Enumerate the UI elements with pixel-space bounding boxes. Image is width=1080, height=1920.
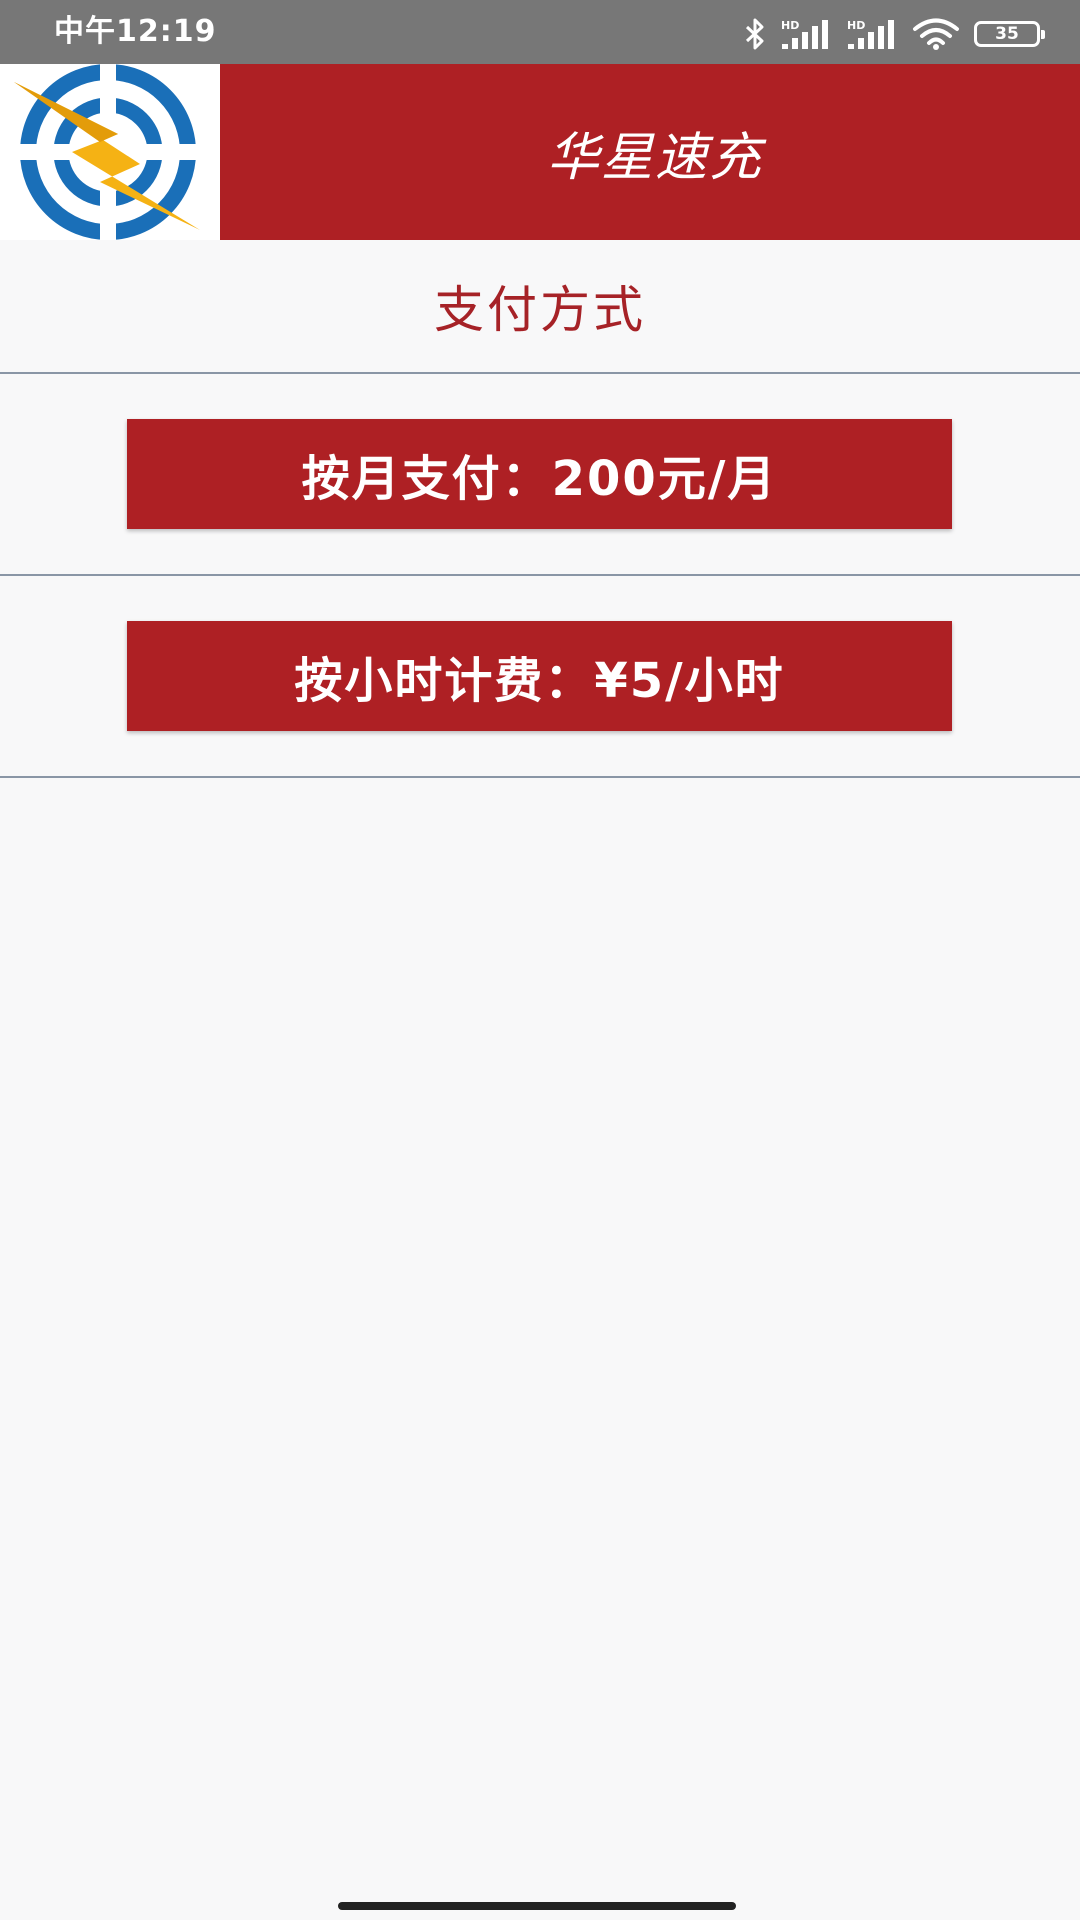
signal-hd-icon: HD — [780, 18, 832, 50]
divider — [0, 776, 1080, 778]
hourly-payment-button[interactable]: 按小时计费：¥5/小时 — [127, 621, 952, 731]
wifi-icon — [912, 18, 960, 50]
title-bar: 华星速充 — [220, 64, 1080, 240]
svg-text:HD: HD — [781, 19, 799, 32]
home-indicator[interactable] — [338, 1902, 736, 1910]
status-icons: HD HD 35 — [744, 18, 1045, 50]
divider — [0, 574, 1080, 576]
monthly-payment-button[interactable]: 按月支付：200元/月 — [127, 419, 952, 529]
app-logo — [0, 64, 220, 240]
battery-icon: 35 — [974, 21, 1045, 47]
signal-hd-icon: HD — [846, 18, 898, 50]
app-title: 华星速充 — [546, 127, 763, 188]
section-title: 支付方式 — [434, 281, 646, 339]
bluetooth-icon — [744, 18, 766, 50]
divider — [0, 372, 1080, 374]
svg-text:HD: HD — [847, 19, 865, 32]
app-header: 华星速充 — [0, 64, 1080, 240]
lightning-charge-logo — [14, 64, 200, 240]
status-bar: 中午12:19 HD HD 35 — [0, 0, 1080, 64]
payment-method-screen: 中午12:19 HD HD 35 华星速充 支付方式 按月支付：200元/月 按… — [0, 0, 1080, 1920]
status-time: 中午12:19 — [54, 14, 217, 49]
battery-level: 35 — [995, 24, 1019, 44]
